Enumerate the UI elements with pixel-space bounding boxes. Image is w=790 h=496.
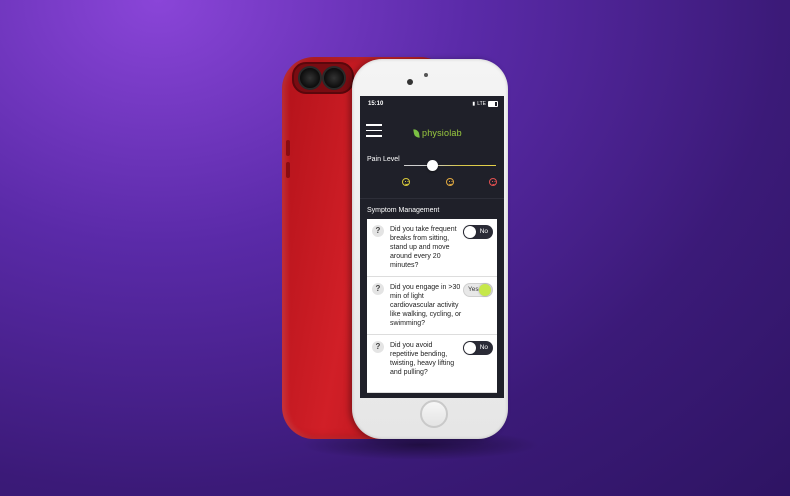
help-icon[interactable]: ? [372, 283, 384, 295]
signal-icon: ▮ [472, 101, 476, 107]
pain-level-slider[interactable] [404, 160, 496, 171]
section-title: Symptom Management [360, 198, 504, 219]
leaf-icon [413, 128, 420, 138]
toggle-knob [464, 342, 476, 354]
app-header: physiolab [360, 112, 504, 148]
status-time: 15:10 [368, 101, 384, 107]
help-icon[interactable]: ? [372, 341, 384, 353]
question-text: Did you take frequent breaks from sittin… [390, 226, 457, 269]
camera-lens-icon [298, 66, 322, 90]
volume-button [286, 140, 290, 156]
pain-level-section: Pain Level [360, 148, 504, 198]
toggle-label: No [479, 344, 488, 351]
front-camera-icon [407, 79, 413, 85]
toggle-knob [479, 284, 491, 296]
pain-level-label: Pain Level [367, 156, 400, 163]
home-button[interactable] [420, 400, 448, 428]
pain-slider-thumb[interactable] [426, 160, 438, 171]
sad-face-icon [489, 178, 497, 186]
answer-toggle[interactable]: Yes [463, 283, 493, 297]
neutral-face-icon [446, 178, 454, 186]
status-indicators: ▮ LTE [472, 101, 498, 107]
answer-toggle[interactable]: No [463, 341, 493, 355]
speaker-icon [424, 73, 428, 77]
question-card: ? Did you engage in >30 min of light car… [367, 277, 497, 335]
brand-name: physiolab [422, 128, 462, 138]
app-screen: 15:10 ▮ LTE physiolab Pain Level Symptom… [360, 96, 504, 398]
camera-lens-icon [322, 66, 346, 90]
menu-icon[interactable] [366, 124, 382, 141]
question-text: Did you engage in >30 min of light cardi… [390, 284, 462, 327]
question-list: ? Did you take frequent breaks from sitt… [360, 219, 504, 393]
answer-toggle[interactable]: No [463, 225, 493, 239]
volume-button [286, 162, 290, 178]
status-bar: 15:10 ▮ LTE [360, 96, 504, 112]
app-logo: physiolab [413, 128, 462, 138]
rear-camera [292, 62, 354, 94]
help-icon[interactable]: ? [372, 225, 384, 237]
question-card: ? Did you take frequent breaks from sitt… [367, 219, 497, 277]
network-type: LTE [477, 101, 486, 107]
question-card: ? Did you avoid repetitive bending, twis… [367, 335, 497, 393]
happy-face-icon [402, 178, 410, 186]
toggle-label: Yes [468, 286, 479, 293]
toggle-knob [464, 226, 476, 238]
question-text: Did you avoid repetitive bending, twisti… [390, 342, 455, 376]
toggle-label: No [479, 228, 488, 235]
battery-icon [488, 101, 498, 107]
